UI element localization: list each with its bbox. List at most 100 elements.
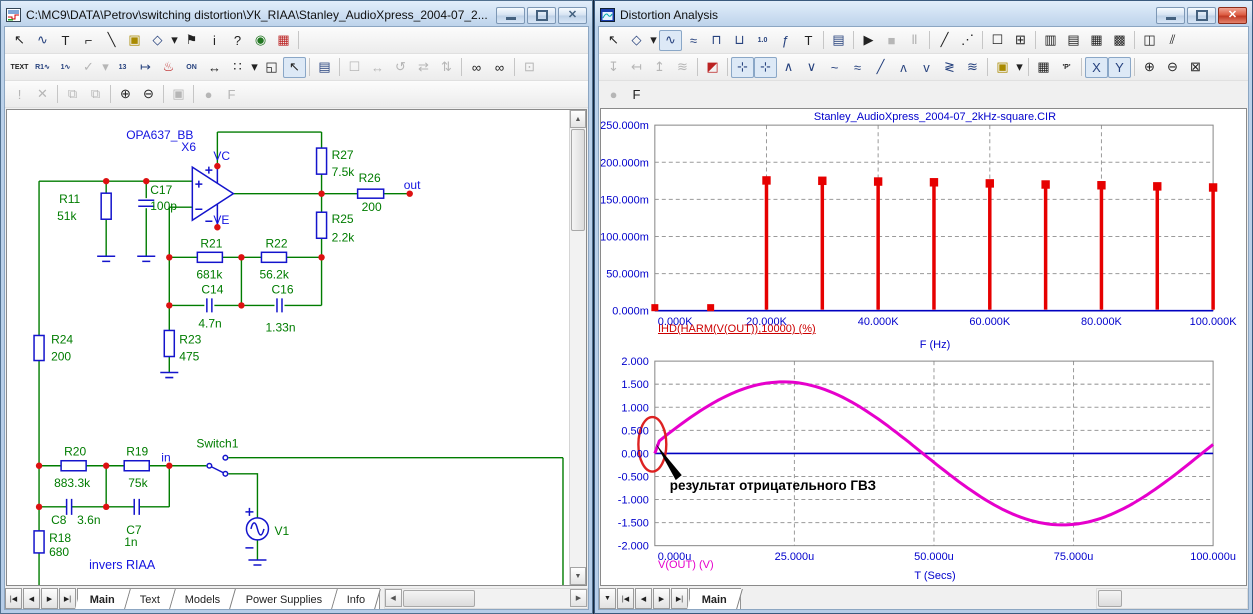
zoom-out-icon[interactable]: ⊖ (1161, 57, 1184, 78)
tab-nav-button[interactable]: ▶ (653, 588, 670, 609)
waveform-icon[interactable]: ≈ (682, 30, 705, 51)
restore-button[interactable] (527, 7, 556, 24)
tab-nav-button[interactable]: ▶| (671, 588, 688, 609)
font-icon[interactable]: F (625, 84, 648, 105)
high-icon[interactable]: ~ (823, 57, 846, 78)
zoom-in-icon[interactable]: ⊕ (1138, 57, 1161, 78)
v-limits-icon[interactable]: ⊔ (728, 30, 751, 51)
tab-models[interactable]: Models (170, 589, 236, 609)
select-arrow-icon[interactable]: ↖ (8, 30, 31, 51)
tab-nav-button[interactable]: ▶| (59, 588, 76, 609)
schematic-canvas[interactable]: OPA637_BB X6 VC VE out in R11 51k C17 10… (6, 109, 587, 586)
digital-grid-icon[interactable]: ▦ (272, 30, 295, 51)
tab-text[interactable]: Text (125, 589, 176, 609)
model-box-icon[interactable]: ▣ (991, 57, 1014, 78)
envelope-icon[interactable]: ≋ (961, 57, 984, 78)
run-icon[interactable]: ▶ (857, 30, 880, 51)
close-button[interactable]: ✕ (1218, 7, 1247, 24)
wire-mode-icon[interactable]: ∿ (31, 30, 54, 51)
hscroll-thumb[interactable] (403, 590, 475, 607)
schematic-horizontal-scrollbar[interactable]: ◀ ▶ (384, 588, 588, 609)
select-arrow-icon[interactable]: ↖ (602, 30, 625, 51)
skew-line-icon[interactable]: ⫽ (1161, 30, 1184, 51)
tab-nav-button[interactable]: ▼ (599, 588, 616, 609)
probe-tool-icon[interactable]: 1∿ (54, 57, 77, 78)
tab-nav-button[interactable]: ◀ (635, 588, 652, 609)
restore-button[interactable] (1187, 7, 1216, 24)
zoom-in-icon[interactable]: ⊕ (114, 84, 137, 105)
help-mode-icon[interactable]: ? (226, 30, 249, 51)
close-button[interactable]: ✕ (558, 7, 587, 24)
minimize-button[interactable] (1156, 7, 1185, 24)
hscroll-thumb[interactable] (1098, 590, 1122, 607)
ortho-wire-icon[interactable]: ⌐ (77, 30, 100, 51)
valley-icon[interactable]: ∨ (800, 57, 823, 78)
flag-icon[interactable]: ⚑ (180, 30, 203, 51)
scroll-left-icon[interactable]: ◀ (385, 589, 402, 607)
xy-plot-icon[interactable]: ◩ (701, 57, 724, 78)
analysis-horizontal-scrollbar[interactable] (1096, 588, 1248, 609)
node-onoff-icon[interactable]: ON (180, 57, 203, 78)
shape-dropdown-icon[interactable]: ▾ (648, 30, 659, 51)
scroll-down-icon[interactable]: ▼ (570, 567, 586, 585)
x-scale-icon[interactable]: X (1085, 57, 1108, 78)
cursor-right-snap-icon[interactable]: ⊹ (754, 57, 777, 78)
info-mode-icon[interactable]: i (203, 30, 226, 51)
tab-main[interactable]: Main (687, 589, 743, 609)
tab-nav-button[interactable]: |◀ (617, 588, 634, 609)
split-pane-icon[interactable]: ◫ (1138, 30, 1161, 51)
minimize-button[interactable] (496, 7, 525, 24)
global-high-icon[interactable]: ʌ (892, 57, 915, 78)
stripes-v-icon[interactable]: ▥ (1039, 30, 1062, 51)
scroll-right-icon[interactable]: ▶ (570, 589, 587, 607)
tab-nav-button[interactable]: ▶ (41, 588, 58, 609)
text-tool-icon[interactable]: TEXT (8, 57, 31, 78)
shape-dropdown-icon[interactable]: ▾ (169, 30, 180, 51)
border-icon[interactable]: ◱ (260, 57, 283, 78)
scroll-up-icon[interactable]: ▲ (570, 110, 586, 128)
shape-picker-icon[interactable]: ◇ (625, 30, 648, 51)
current-probe-icon[interactable]: ↦ (134, 57, 157, 78)
slope-icon[interactable]: ╱ (869, 57, 892, 78)
chart1-legend[interactable]: IHD(HARM(V(OUT)),10000) (%) (658, 323, 816, 335)
peak-icon[interactable]: ∧ (777, 57, 800, 78)
y-scale-icon[interactable]: Y (1108, 57, 1131, 78)
zoom-out-icon[interactable]: ⊖ (137, 84, 160, 105)
low-icon[interactable]: ≈ (846, 57, 869, 78)
shape-picker-icon[interactable]: ◇ (146, 30, 169, 51)
scale-mode-icon[interactable]: ∿ (659, 30, 682, 51)
grid-dense-icon[interactable]: ▦ (1085, 30, 1108, 51)
function-icon[interactable]: ƒ (774, 30, 797, 51)
power-probe-icon[interactable]: ♨ (157, 57, 180, 78)
zoom-box-icon[interactable]: ⊠ (1184, 57, 1207, 78)
properties-icon[interactable]: ▤ (313, 57, 336, 78)
find-binoculars-icon[interactable]: ∞ (488, 57, 511, 78)
point-tag-icon[interactable]: 1.0 (751, 30, 774, 51)
line-mode-icon[interactable]: ╲ (100, 30, 123, 51)
text-mode-icon[interactable]: T (54, 30, 77, 51)
marquee-icon[interactable]: ☐ (986, 30, 1009, 51)
crossing-icon[interactable]: ≷ (938, 57, 961, 78)
component-icon[interactable]: ▣ (123, 30, 146, 51)
point-label-icon[interactable]: 'P' (1055, 57, 1078, 78)
schematic-titlebar[interactable]: C:\MC9\DATA\Petrov\switching distortion\… (4, 4, 589, 26)
grid-dropdown-icon[interactable]: ▾ (249, 57, 260, 78)
tab-info[interactable]: Info (332, 589, 381, 609)
text-tool-icon[interactable]: T (797, 30, 820, 51)
resistor-tool-icon[interactable]: R1∿ (31, 57, 54, 78)
pin-numbers-icon[interactable]: 13 (111, 57, 134, 78)
line-tool-icon[interactable]: ╱ (933, 30, 956, 51)
web-icon[interactable]: ◉ (249, 30, 272, 51)
grid-cols-icon[interactable]: ▩ (1108, 30, 1131, 51)
wire-link-icon[interactable]: ↔ (203, 57, 226, 78)
grid-dots-icon[interactable]: ∷ (226, 57, 249, 78)
pick-cursor-icon[interactable]: ↖ (283, 57, 306, 78)
grid-icon[interactable]: ⊞ (1009, 30, 1032, 51)
analysis-titlebar[interactable]: Distortion Analysis ✕ (598, 4, 1249, 26)
schematic-vertical-scrollbar[interactable]: ▲ ▼ (569, 110, 586, 585)
tab-nav-button[interactable]: |◀ (5, 588, 22, 609)
line-point-icon[interactable]: ⋰ (956, 30, 979, 51)
data-table-icon[interactable]: ▦ (1032, 57, 1055, 78)
properties-icon[interactable]: ▤ (827, 30, 850, 51)
plot-canvas[interactable]: 250.000m200.000m150.000m100.000m50.000m0… (600, 108, 1247, 586)
